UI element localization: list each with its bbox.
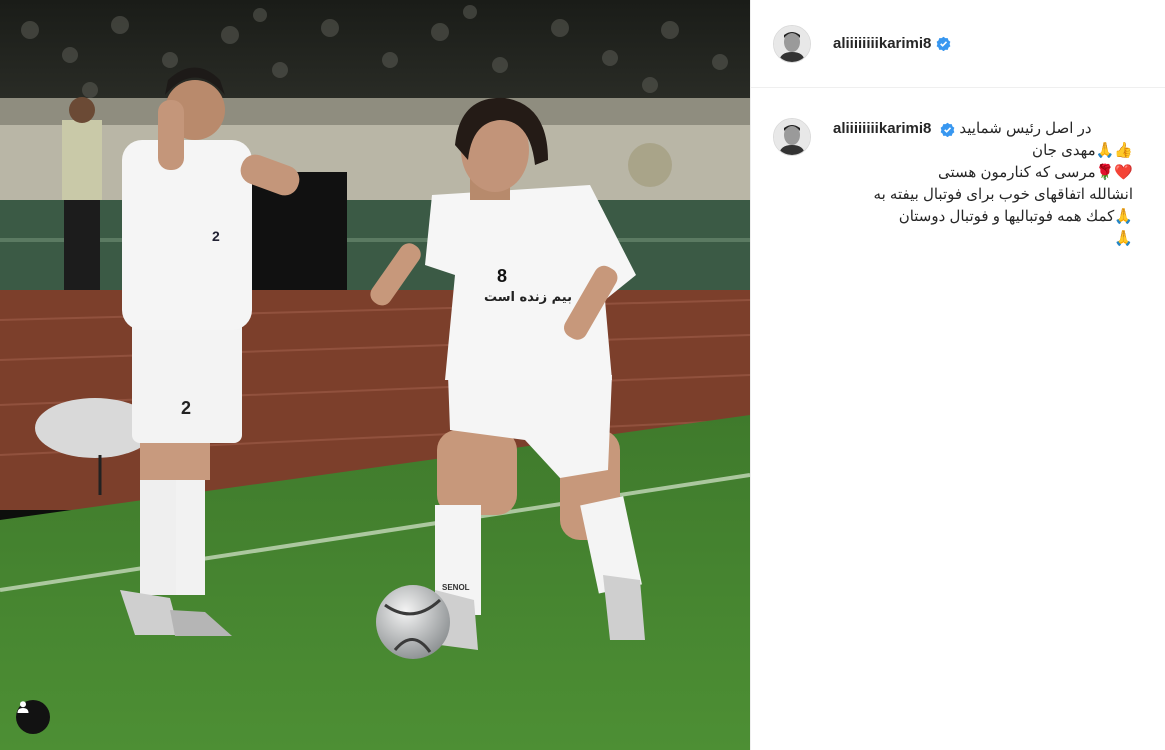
caption-line-4: انشالله اتفاقهای خوب برای فوتبال بیفته ب… <box>873 186 1133 203</box>
caption-line-6: 🙏 <box>1114 230 1133 247</box>
caption-avatar[interactable] <box>773 118 811 156</box>
shorts-number: 2 <box>181 398 192 418</box>
post-caption: در اصل رئیس شمایید aliiiiiiiikarimi8 👍🙏م… <box>751 88 1165 250</box>
jersey-sponsor-text: بیم زنده است <box>484 290 572 305</box>
verified-badge-icon <box>940 122 955 137</box>
caption-text-1: در اصل رئیس شمایید <box>959 120 1092 137</box>
caption-line-2: 👍🙏مهدی جان <box>1032 142 1133 159</box>
post-header: aliiiiiiiikarimi8 <box>751 0 1165 88</box>
user-tag-icon <box>17 701 29 713</box>
caption-body: در اصل رئیس شمایید aliiiiiiiikarimi8 👍🙏م… <box>833 118 1133 250</box>
jersey-number-left: 2 <box>212 228 220 244</box>
avatar-portrait <box>774 119 810 155</box>
verified-badge-icon <box>936 36 951 51</box>
user-tag-button[interactable] <box>16 700 50 734</box>
header-username[interactable]: aliiiiiiiikarimi8 <box>833 35 931 52</box>
caption-line-5: 🙏کمك همه فوتبالیها و فوتبال دوستان <box>898 208 1133 225</box>
avatar-portrait <box>774 25 810 62</box>
ball-brand: SENOL <box>442 583 470 592</box>
caption-line-1: در اصل رئیس شمایید aliiiiiiiikarimi8 <box>833 118 1133 140</box>
football-scene <box>0 0 750 750</box>
caption-lines: 👍🙏مهدی جان ❤️🌹مرسی که کنارمون هستی انشال… <box>833 140 1133 250</box>
post-side-panel: aliiiiiiiikarimi8 در اصل رئیس شمایید ali… <box>750 0 1165 750</box>
post-photo: 2 8 2 بیم زنده است SENOL <box>0 0 750 750</box>
football <box>376 585 450 659</box>
caption-line-3: ❤️🌹مرسی که کنارمون هستی <box>937 164 1133 181</box>
caption-username[interactable]: aliiiiiiiikarimi8 <box>833 118 931 140</box>
jersey-number-right: 8 <box>497 266 508 286</box>
avatar[interactable] <box>773 24 811 63</box>
